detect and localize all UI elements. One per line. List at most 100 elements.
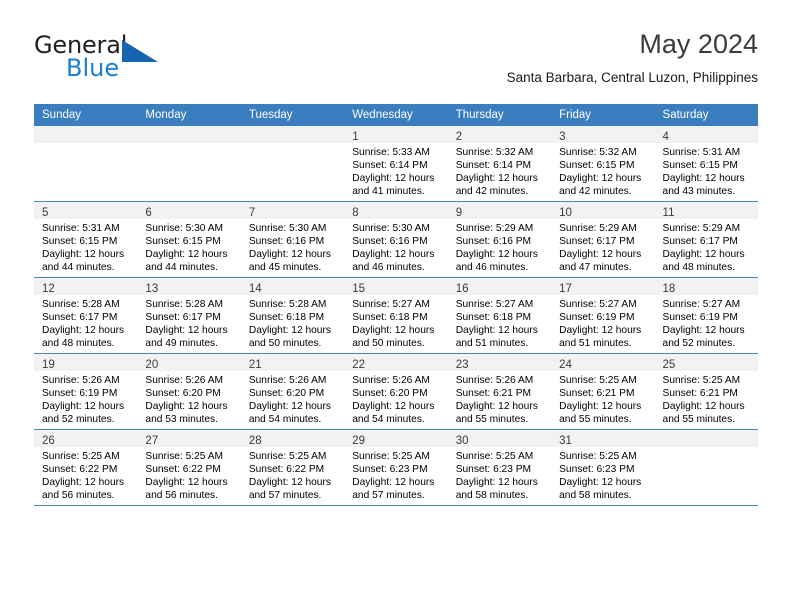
day-detail-lines: Sunrise: 5:25 AM Sunset: 6:23 PM Daylight:… — [344, 447, 447, 502]
calendar-day-cell[interactable]: 1 Sunrise: 5:33 AM Sunset: 6:14 PM Daylight… — [344, 126, 448, 202]
calendar-day-cell[interactable]: 23 Sunrise: 5:26 AM Sunset: 6:21 PM Dayligh… — [447, 354, 552, 430]
daylight-text-cont: and 55 minutes. — [559, 414, 632, 426]
calendar-day-cell[interactable]: 18 Sunrise: 5:27 AM Sunset: 6:19 PM Dayligh… — [654, 278, 758, 354]
calendar-day-cell[interactable]: 9 Sunrise: 5:29 AM Sunset: 6:16 PM Daylight… — [447, 202, 552, 278]
day-number-bar: 18 — [654, 278, 758, 295]
day-detail-lines: Sunrise: 5:32 AM Sunset: 6:14 PM Daylight:… — [448, 143, 551, 198]
day-number: 17 — [559, 283, 572, 295]
calendar-day-cell[interactable]: 6 Sunrise: 5:30 AM Sunset: 6:15 PM Daylight… — [137, 202, 241, 278]
day-detail-lines: Sunrise: 5:25 AM Sunset: 6:22 PM Daylight:… — [34, 447, 137, 502]
calendar-day-cell[interactable]: 27 Sunrise: 5:25 AM Sunset: 6:22 PM Dayligh… — [137, 430, 241, 506]
calendar-day-cell[interactable]: 8 Sunrise: 5:30 AM Sunset: 6:16 PM Daylight… — [344, 202, 448, 278]
sunset-text: Sunset: 6:14 PM — [455, 160, 532, 172]
calendar-day-cell[interactable]: 19 Sunrise: 5:26 AM Sunset: 6:19 PM Dayligh… — [34, 354, 138, 430]
day-number: 3 — [559, 131, 566, 143]
day-number-bar: 6 — [137, 202, 241, 219]
daylight-text-cont: and 49 minutes. — [145, 338, 218, 350]
sunrise-text: Sunrise: 5:25 AM — [559, 451, 637, 462]
day-number: 13 — [145, 283, 159, 295]
daylight-text: Daylight: 12 hours — [455, 173, 538, 185]
calendar-day-cell[interactable]: 13 Sunrise: 5:28 AM Sunset: 6:17 PM Dayligh… — [137, 278, 241, 354]
calendar-day-cell[interactable]: 7 Sunrise: 5:30 AM Sunset: 6:16 PM Daylight… — [240, 202, 345, 278]
calendar-week-row: 12 Sunrise: 5:28 AM Sunset: 6:17 PM Dayligh… — [34, 278, 758, 354]
sunrise-text: Sunrise: 5:30 AM — [352, 223, 430, 234]
calendar-day-cell[interactable]: 31 Sunrise: 5:25 AM Sunset: 6:23 PM Dayligh… — [551, 430, 655, 506]
calendar-day-cell[interactable]: 10 Sunrise: 5:29 AM Sunset: 6:17 PM Dayligh… — [551, 202, 655, 278]
day-number-bar — [240, 126, 345, 143]
calendar-day-cell[interactable]: 24 Sunrise: 5:25 AM Sunset: 6:21 PM Dayligh… — [551, 354, 655, 430]
day-cell-inner: 9 Sunrise: 5:29 AM Sunset: 6:16 PM Daylight… — [447, 202, 552, 278]
calendar-day-cell[interactable]: 12 Sunrise: 5:28 AM Sunset: 6:17 PM Dayligh… — [34, 278, 138, 354]
day-number: 14 — [248, 283, 262, 295]
day-detail-lines: Sunrise: 5:25 AM Sunset: 6:23 PM Daylight:… — [448, 447, 551, 502]
day-number-bar: 24 — [551, 354, 655, 371]
sunset-text: Sunset: 6:15 PM — [42, 236, 118, 248]
daylight-text-cont: and 47 minutes. — [559, 262, 632, 274]
sunrise-text: Sunrise: 5:25 AM — [662, 375, 741, 386]
daylight-text-cont: and 44 minutes. — [42, 262, 115, 274]
calendar-day-cell[interactable]: 26 Sunrise: 5:25 AM Sunset: 6:22 PM Dayligh… — [34, 430, 138, 506]
day-cell-inner: 23 Sunrise: 5:26 AM Sunset: 6:21 PM Dayligh… — [447, 354, 552, 430]
calendar-day-cell[interactable]: 25 Sunrise: 5:25 AM Sunset: 6:21 PM Dayligh… — [654, 354, 758, 430]
calendar-day-cell[interactable]: 29 Sunrise: 5:25 AM Sunset: 6:23 PM Dayligh… — [344, 430, 448, 506]
day-number-bar: 3 — [551, 126, 655, 143]
triangle-icon — [122, 40, 158, 62]
daylight-text: Daylight: 12 hours — [145, 249, 228, 261]
calendar-day-cell[interactable]: 20 Sunrise: 5:26 AM Sunset: 6:20 PM Dayligh… — [137, 354, 241, 430]
calendar-body: 1 Sunrise: 5:33 AM Sunset: 6:14 PM Daylight… — [34, 126, 758, 506]
day-number-bar: 26 — [34, 430, 138, 447]
calendar-day-cell[interactable]: 11 Sunrise: 5:29 AM Sunset: 6:17 PM Dayligh… — [654, 202, 758, 278]
day-number: 25 — [662, 359, 676, 371]
day-number-bar: 8 — [344, 202, 448, 219]
calendar-day-cell[interactable]: 5 Sunrise: 5:31 AM Sunset: 6:15 PM Daylight… — [34, 202, 138, 278]
daylight-text-cont: and 48 minutes. — [662, 262, 736, 274]
day-number: 4 — [662, 131, 669, 143]
daylight-text: Daylight: 12 hours — [42, 249, 125, 261]
daylight-text: Daylight: 12 hours — [455, 249, 538, 261]
sunrise-text: Sunrise: 5:30 AM — [248, 223, 327, 234]
daylight-text-cont: and 46 minutes. — [352, 262, 425, 274]
sunset-text: Sunset: 6:16 PM — [352, 236, 428, 248]
sunrise-text: Sunrise: 5:25 AM — [145, 451, 224, 462]
sunset-text: Sunset: 6:19 PM — [559, 312, 635, 324]
day-number: 22 — [352, 359, 366, 371]
daylight-text-cont: and 46 minutes. — [455, 262, 529, 274]
day-number: 5 — [42, 207, 49, 219]
day-cell-inner: 29 Sunrise: 5:25 AM Sunset: 6:23 PM Dayligh… — [344, 430, 448, 506]
calendar-cell-empty — [137, 126, 241, 202]
calendar-day-cell[interactable]: 15 Sunrise: 5:27 AM Sunset: 6:18 PM Dayligh… — [344, 278, 448, 354]
weekday-header-tuesday: Tuesday — [240, 104, 345, 126]
location-subtitle: Santa Barbara, Central Luzon, Philippine… — [506, 70, 758, 85]
day-detail-lines: Sunrise: 5:29 AM Sunset: 6:16 PM Daylight:… — [448, 219, 551, 274]
calendar-day-cell[interactable]: 14 Sunrise: 5:28 AM Sunset: 6:18 PM Dayligh… — [240, 278, 345, 354]
calendar-week-row: 1 Sunrise: 5:33 AM Sunset: 6:14 PM Daylight… — [34, 126, 758, 202]
sunrise-text: Sunrise: 5:27 AM — [559, 299, 637, 310]
day-number: 7 — [248, 207, 256, 219]
day-detail-lines — [34, 143, 137, 146]
daylight-text-cont: and 56 minutes. — [42, 490, 115, 502]
sunset-text: Sunset: 6:18 PM — [352, 312, 428, 324]
sunset-text: Sunset: 6:16 PM — [248, 236, 325, 248]
day-number-bar: 25 — [654, 354, 758, 371]
daylight-text-cont: and 55 minutes. — [662, 414, 736, 426]
day-number-bar: 7 — [240, 202, 345, 219]
sunset-text: Sunset: 6:23 PM — [352, 464, 428, 476]
daylight-text: Daylight: 12 hours — [455, 325, 538, 337]
day-cell-inner: 31 Sunrise: 5:25 AM Sunset: 6:23 PM Dayligh… — [551, 430, 655, 506]
day-number-bar: 14 — [240, 278, 345, 295]
calendar-day-cell[interactable]: 4 Sunrise: 5:31 AM Sunset: 6:15 PM Daylight… — [654, 126, 758, 202]
calendar-day-cell[interactable]: 16 Sunrise: 5:27 AM Sunset: 6:18 PM Dayligh… — [447, 278, 552, 354]
calendar-day-cell[interactable]: 28 Sunrise: 5:25 AM Sunset: 6:22 PM Dayligh… — [240, 430, 345, 506]
day-detail-lines: Sunrise: 5:26 AM Sunset: 6:20 PM Daylight:… — [137, 371, 240, 426]
calendar-day-cell[interactable]: 2 Sunrise: 5:32 AM Sunset: 6:14 PM Daylight… — [447, 126, 552, 202]
calendar-day-cell[interactable]: 3 Sunrise: 5:32 AM Sunset: 6:15 PM Daylight… — [551, 126, 655, 202]
calendar-day-cell[interactable]: 22 Sunrise: 5:26 AM Sunset: 6:20 PM Dayligh… — [344, 354, 448, 430]
calendar-day-cell[interactable]: 21 Sunrise: 5:26 AM Sunset: 6:20 PM Dayligh… — [240, 354, 345, 430]
day-number-bar: 23 — [447, 354, 552, 371]
calendar-day-cell[interactable]: 30 Sunrise: 5:25 AM Sunset: 6:23 PM Dayligh… — [447, 430, 552, 506]
calendar-day-cell[interactable]: 17 Sunrise: 5:27 AM Sunset: 6:19 PM Dayligh… — [551, 278, 655, 354]
daylight-text-cont: and 52 minutes. — [662, 338, 736, 350]
daylight-text: Daylight: 12 hours — [559, 401, 642, 413]
sunrise-text: Sunrise: 5:31 AM — [662, 147, 741, 158]
daylight-text-cont: and 44 minutes. — [145, 262, 218, 274]
